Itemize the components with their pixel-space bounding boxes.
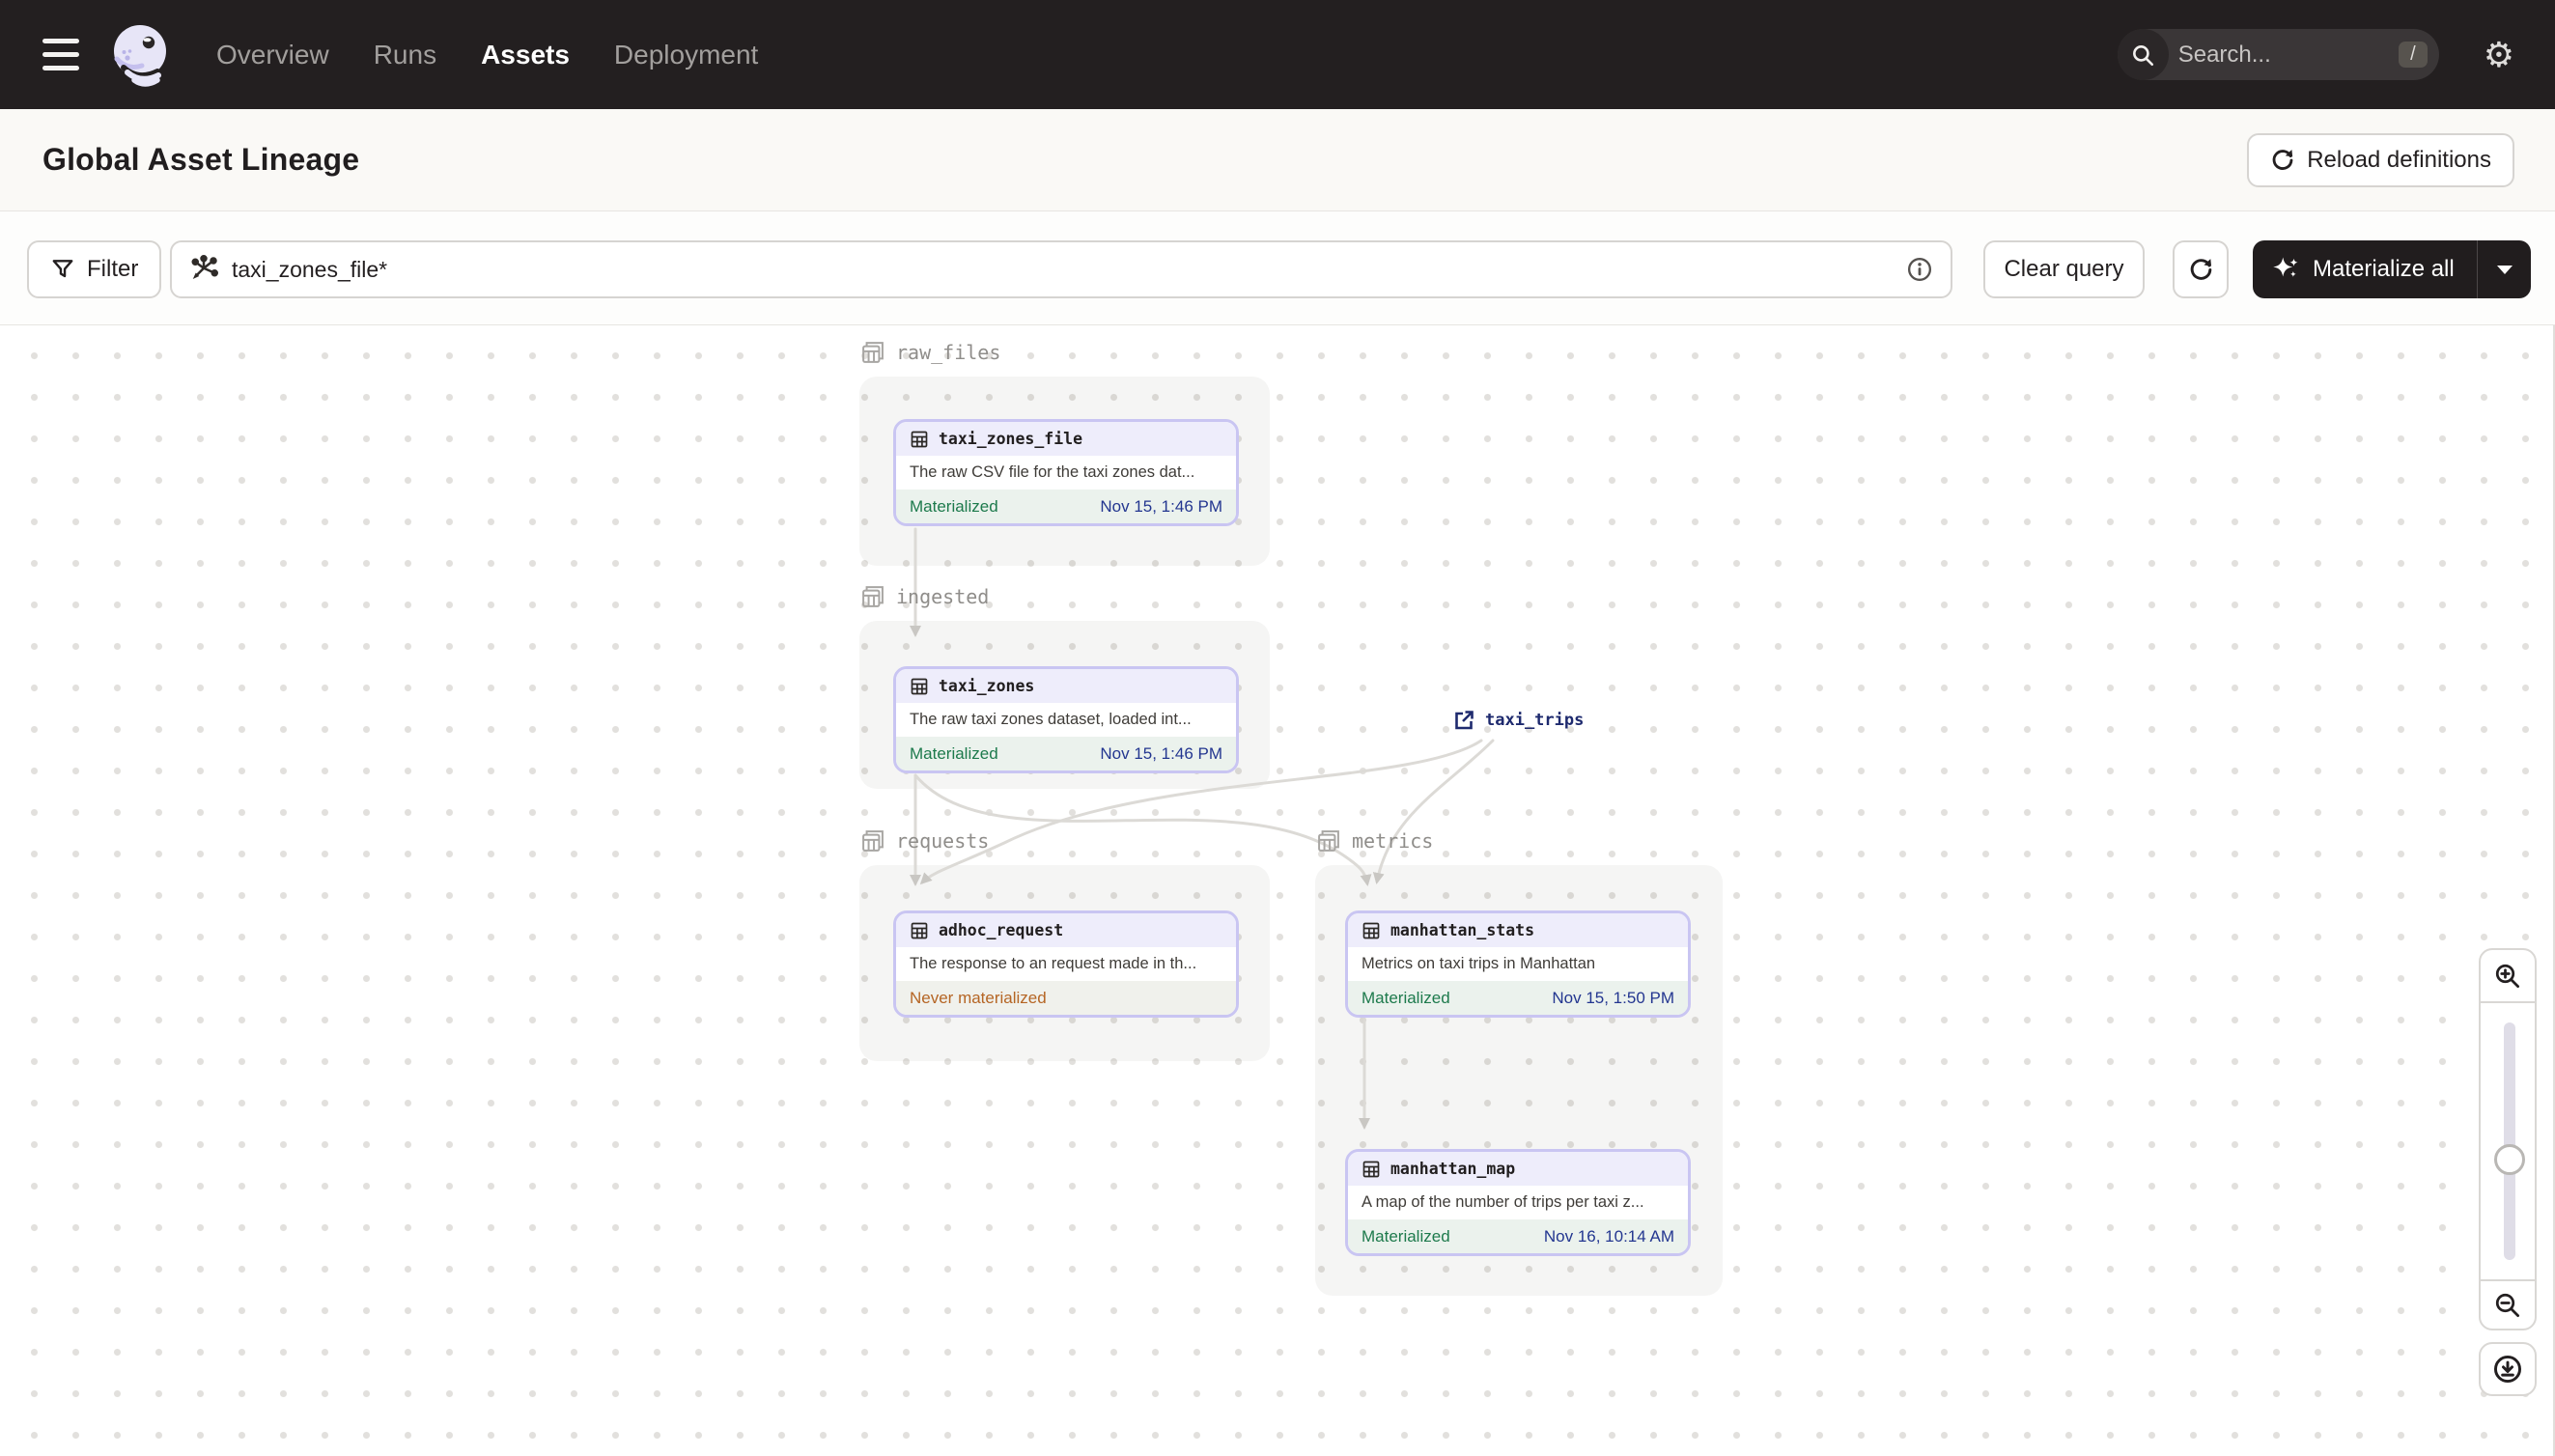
reload-definitions-button[interactable]: Reload definitions xyxy=(2247,132,2514,187)
lineage-edges xyxy=(910,527,1495,1130)
asset-query-input-box[interactable] xyxy=(170,240,1952,298)
materialize-all-button[interactable]: Materialize all xyxy=(2253,240,2477,298)
filter-button[interactable]: Filter xyxy=(27,240,162,298)
group-label-requests[interactable]: requests xyxy=(859,827,989,854)
refresh-graph-button[interactable] xyxy=(2173,240,2229,298)
tab-runs[interactable]: Runs xyxy=(374,40,436,70)
materialization-timestamp: Nov 15, 1:46 PM xyxy=(1100,496,1222,516)
tab-overview[interactable]: Overview xyxy=(216,40,329,70)
group-label-ingested[interactable]: ingested xyxy=(859,583,989,610)
tab-deployment[interactable]: Deployment xyxy=(614,40,758,70)
materialize-options-dropdown[interactable] xyxy=(2477,240,2531,298)
asset-name: manhattan_stats xyxy=(1390,921,1535,939)
external-asset-taxi-trips[interactable]: taxi_trips xyxy=(1452,709,1584,732)
status-badge: Materialized xyxy=(910,743,998,763)
lineage-toolbar: Filter Clear query Materialize xyxy=(0,211,2555,325)
group-label-metrics[interactable]: metrics xyxy=(1315,827,1433,854)
materialization-timestamp: Nov 15, 1:46 PM xyxy=(1100,743,1222,763)
asset-node-taxi-zones-file[interactable]: taxi_zones_file The raw CSV file for the… xyxy=(893,419,1239,526)
table-icon xyxy=(911,922,928,938)
search-shortcut-badge: / xyxy=(2399,42,2428,68)
asset-description: Metrics on taxi trips in Manhattan xyxy=(1348,947,1688,981)
zoom-slider[interactable] xyxy=(2479,1003,2537,1279)
lineage-canvas[interactable]: raw_files ingested requests metrics taxi… xyxy=(0,325,2555,1456)
zoom-out-button[interactable] xyxy=(2479,1279,2537,1330)
refresh-icon xyxy=(2272,149,2293,170)
asset-description: The raw CSV file for the taxi zones dat.… xyxy=(896,456,1236,490)
sparkle-icon xyxy=(2273,257,2298,277)
download-circle-icon xyxy=(2494,1356,2521,1383)
search-icon xyxy=(2117,29,2169,80)
status-badge: Materialized xyxy=(1362,1226,1450,1246)
zoom-controls xyxy=(2479,948,2537,1396)
table-icon xyxy=(911,678,928,694)
asset-node-manhattan-stats[interactable]: manhattan_stats Metrics on taxi trips in… xyxy=(1345,910,1691,1018)
asset-description: The response to an request made in th... xyxy=(896,947,1236,981)
nav-tabs: Overview Runs Assets Deployment xyxy=(216,40,758,70)
asset-name: taxi_zones_file xyxy=(939,430,1083,448)
zoom-out-icon xyxy=(2495,1293,2519,1317)
page-header: Global Asset Lineage Reload definitions xyxy=(0,109,2555,211)
zoom-slider-track[interactable] xyxy=(2504,1022,2515,1260)
materialization-timestamp: Nov 15, 1:50 PM xyxy=(1552,988,1674,1007)
asset-node-taxi-zones[interactable]: taxi_zones The raw taxi zones dataset, l… xyxy=(893,666,1239,773)
asset-node-adhoc-request[interactable]: adhoc_request The response to an request… xyxy=(893,910,1239,1018)
table-icon xyxy=(911,431,928,447)
zoom-in-icon xyxy=(2495,964,2519,988)
top-nav: Overview Runs Assets Deployment / ⚙ xyxy=(0,0,2555,109)
asset-node-manhattan-map[interactable]: manhattan_map A map of the number of tri… xyxy=(1345,1149,1691,1256)
asset-query-input[interactable] xyxy=(232,256,1893,283)
search-bar[interactable]: / xyxy=(2117,29,2439,80)
status-badge: Materialized xyxy=(1362,988,1450,1007)
dagster-logo[interactable] xyxy=(104,19,176,91)
asset-description: The raw taxi zones dataset, loaded int..… xyxy=(896,703,1236,737)
layered-tables-icon xyxy=(862,586,884,607)
edge-taxi-trips-to-manhattan-stats xyxy=(1372,739,1495,884)
materialization-timestamp: Nov 16, 10:14 AM xyxy=(1543,1226,1674,1246)
asset-name: adhoc_request xyxy=(939,921,1064,939)
menu-icon[interactable] xyxy=(42,39,79,70)
tab-assets[interactable]: Assets xyxy=(481,40,570,70)
search-input[interactable] xyxy=(2168,41,2400,69)
table-icon xyxy=(1362,1161,1380,1177)
zoom-in-button[interactable] xyxy=(2479,948,2537,1003)
materialize-all-split-button: Materialize all xyxy=(2253,240,2531,298)
layered-tables-icon xyxy=(862,830,884,852)
table-icon xyxy=(1362,922,1380,938)
clear-query-button[interactable]: Clear query xyxy=(1983,240,2145,298)
info-icon[interactable] xyxy=(1906,256,1933,283)
layered-tables-icon xyxy=(1318,830,1339,852)
asset-name: taxi_zones xyxy=(939,677,1035,695)
status-badge: Never materialized xyxy=(910,988,1047,1007)
op-selector-icon xyxy=(191,255,218,279)
refresh-icon xyxy=(2190,258,2211,280)
group-label-raw-files[interactable]: raw_files xyxy=(859,339,1000,366)
page-title: Global Asset Lineage xyxy=(42,142,360,177)
asset-name: manhattan_map xyxy=(1390,1160,1516,1178)
settings-gear-icon[interactable]: ⚙ xyxy=(2484,37,2514,72)
layered-tables-icon xyxy=(862,342,884,363)
chevron-down-icon xyxy=(2496,266,2513,274)
funnel-icon xyxy=(52,260,73,278)
asset-description: A map of the number of trips per taxi z.… xyxy=(1348,1186,1688,1219)
recenter-download-button[interactable] xyxy=(2479,1342,2537,1396)
zoom-slider-thumb[interactable] xyxy=(2494,1144,2525,1175)
status-badge: Materialized xyxy=(910,496,998,516)
external-link-icon xyxy=(1455,711,1474,730)
